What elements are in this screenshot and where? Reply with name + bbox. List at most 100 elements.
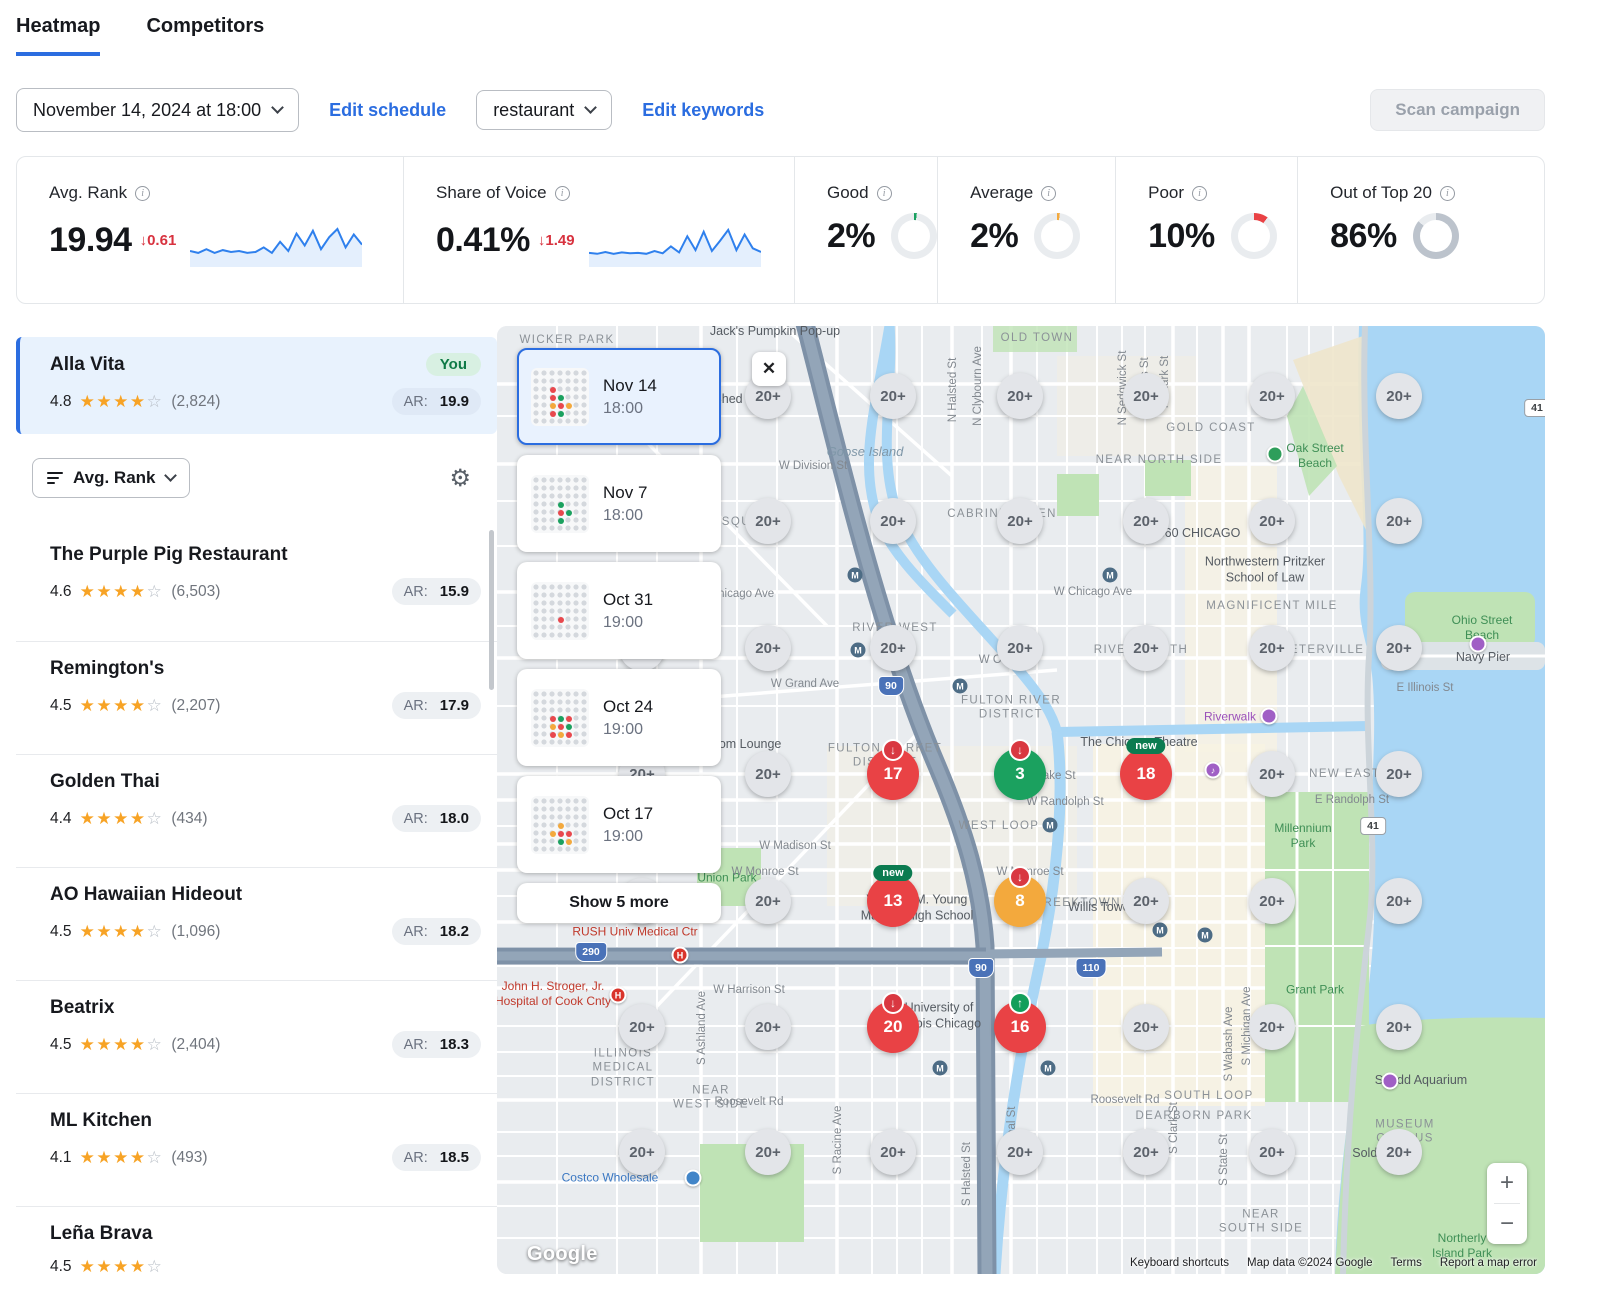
map-rank-pin[interactable]: 20+ (1376, 1129, 1422, 1175)
rating-value: 4.5 (50, 923, 72, 941)
map-rank-pin[interactable]: 20+ (1376, 1004, 1422, 1050)
map-rank-pin[interactable]: 20+ (745, 625, 791, 671)
rating-stars: ★★★★☆ (80, 582, 164, 602)
map-rank-pin[interactable]: 20+ (1123, 498, 1169, 544)
rank-down-badge: ↓ (882, 992, 904, 1014)
history-card[interactable]: Nov 7 18:00 (517, 455, 721, 552)
business-list-item[interactable]: Leña Brava 4.5 ★★★★☆ (16, 1206, 497, 1274)
map-rank-pin[interactable]: 16↑ (994, 1001, 1046, 1053)
business-list-item[interactable]: ML Kitchen 4.1 ★★★★☆ (493) AR:18.5 (16, 1093, 497, 1206)
info-icon[interactable]: i (1440, 186, 1455, 201)
sort-selector[interactable]: Avg. Rank (32, 458, 190, 498)
business-name: Beatrix (50, 997, 481, 1019)
business-list-item[interactable]: AO Hawaiian Hideout 4.5 ★★★★☆ (1,096) AR… (16, 867, 497, 980)
close-icon[interactable]: ✕ (752, 352, 786, 386)
info-icon[interactable]: i (877, 186, 892, 201)
tab-heatmap[interactable]: Heatmap (16, 0, 100, 56)
stat-share-of-voice: Share of Voice i 0.41% ↓1.49 (403, 157, 794, 303)
attribution-link[interactable]: Terms (1391, 1257, 1422, 1269)
chevron-down-icon (164, 469, 177, 482)
map-rank-pin[interactable]: 20+ (997, 373, 1043, 419)
tab-competitors[interactable]: Competitors (146, 0, 264, 56)
map-rank-pin[interactable]: 20+ (745, 1129, 791, 1175)
avg-rank-pill: AR:18.0 (392, 805, 481, 832)
map-rank-pin[interactable]: 20+ (745, 878, 791, 924)
attribution-link[interactable]: Keyboard shortcuts (1130, 1257, 1229, 1269)
keyword-selector[interactable]: restaurant (476, 90, 612, 130)
map-rank-pin[interactable]: 13new (867, 875, 919, 927)
map-rank-pin[interactable]: 20+ (1249, 498, 1295, 544)
map-rank-pin[interactable]: 20+ (870, 498, 916, 544)
gear-icon[interactable]: ⚙ (449, 464, 471, 493)
map-rank-pin[interactable]: 20+ (1249, 878, 1295, 924)
rating-stars: ★★★★☆ (80, 1035, 164, 1055)
info-icon[interactable]: i (555, 186, 570, 201)
history-card[interactable]: Oct 31 19:00 (517, 562, 721, 659)
map-rank-pin[interactable]: 20+ (1376, 625, 1422, 671)
business-list-item[interactable]: Golden Thai 4.4 ★★★★☆ (434) AR:18.0 (16, 754, 497, 867)
map-rank-pin[interactable]: 20+ (1123, 625, 1169, 671)
map-rank-pin[interactable]: 20+ (745, 1004, 791, 1050)
business-name: Alla Vita (50, 354, 125, 376)
info-icon[interactable]: i (135, 186, 150, 201)
map-rank-pin[interactable]: 20+ (1123, 1004, 1169, 1050)
map-rank-pin[interactable]: 20+ (997, 1129, 1043, 1175)
map-rank-pin[interactable]: 20+ (619, 1004, 665, 1050)
map-rank-pin[interactable]: 20+ (870, 1129, 916, 1175)
edit-keywords-link[interactable]: Edit keywords (642, 100, 764, 121)
business-list-item[interactable]: Remington's 4.5 ★★★★☆ (2,207) AR:17.9 (16, 641, 497, 754)
map-rank-pin[interactable]: 20+ (619, 1129, 665, 1175)
date-selector[interactable]: November 14, 2024 at 18:00 (16, 88, 299, 132)
business-list-item[interactable]: Beatrix 4.5 ★★★★☆ (2,404) AR:18.3 (16, 980, 497, 1093)
edit-schedule-link[interactable]: Edit schedule (329, 100, 446, 121)
map-rank-pin[interactable]: 3↓ (994, 748, 1046, 800)
map-canvas[interactable]: WICKER PARKOLD TOWNNOBLE SQUARECABRINI-G… (497, 326, 1545, 1274)
selected-business-card[interactable]: Alla Vita You 4.8 ★★★★☆ (2,824) AR: 19.9 (16, 337, 497, 434)
map-rank-pin[interactable]: 20+ (1249, 1004, 1295, 1050)
list-scrollbar[interactable] (489, 530, 494, 690)
rank-up-badge: ↑ (1009, 992, 1031, 1014)
map-rank-pin[interactable]: 18new (1120, 748, 1172, 800)
map-rank-pin[interactable]: 20+ (1376, 878, 1422, 924)
history-card[interactable]: Oct 24 19:00 (517, 669, 721, 766)
map-rank-pin[interactable]: 20↓ (867, 1001, 919, 1053)
info-icon[interactable]: i (1041, 186, 1056, 201)
map-rank-pin[interactable]: 20+ (1249, 751, 1295, 797)
map-rank-pin[interactable]: 20+ (745, 498, 791, 544)
map-rank-pin[interactable]: 8↓ (994, 875, 1046, 927)
list-controls: Avg. Rank ⚙ (16, 458, 497, 498)
map-rank-pin[interactable]: 20+ (1123, 373, 1169, 419)
info-icon[interactable]: i (1192, 186, 1207, 201)
rating-stars: ★★★★☆ (80, 922, 164, 942)
map-rank-pin[interactable]: 20+ (1249, 625, 1295, 671)
business-list-item[interactable]: The Purple Pig Restaurant 4.6 ★★★★☆ (6,5… (16, 528, 497, 641)
map-rank-pin[interactable]: 20+ (997, 498, 1043, 544)
history-date: Oct 24 (603, 697, 653, 717)
map-rank-pin[interactable]: 20+ (1123, 1129, 1169, 1175)
map-rank-pin[interactable]: 20+ (1376, 751, 1422, 797)
map-rank-pin[interactable]: 20+ (1376, 498, 1422, 544)
history-card[interactable]: Oct 17 19:00 (517, 776, 721, 873)
history-time: 19:00 (603, 721, 653, 739)
map-rank-pin[interactable]: 20+ (870, 625, 916, 671)
stat-poor: Poori 10% (1115, 157, 1297, 303)
zoom-in-button[interactable]: + (1487, 1163, 1527, 1203)
stat-label: Out of Top 20i (1330, 183, 1544, 203)
history-card[interactable]: Nov 14 18:00 (517, 348, 721, 445)
zoom-out-button[interactable]: − (1487, 1204, 1527, 1244)
review-count: (434) (171, 810, 207, 828)
map-rank-pin[interactable]: 20+ (745, 751, 791, 797)
map-rank-pin[interactable]: 20+ (1123, 878, 1169, 924)
google-logo: Google (527, 1243, 598, 1266)
show-more-button[interactable]: Show 5 more (517, 883, 721, 923)
map-rank-pin[interactable]: 20+ (870, 373, 916, 419)
map-rank-pin[interactable]: 20+ (1249, 373, 1295, 419)
scan-campaign-button[interactable]: Scan campaign (1370, 89, 1545, 131)
attribution-link[interactable]: Report a map error (1440, 1257, 1537, 1269)
map-rank-pin[interactable]: 20+ (1249, 1129, 1295, 1175)
stat-average: Averagei 2% (937, 157, 1115, 303)
map-rank-pin[interactable]: 20+ (997, 625, 1043, 671)
map-rank-pin[interactable]: 20+ (1376, 373, 1422, 419)
map-rank-pin[interactable]: 17↓ (867, 748, 919, 800)
history-time: 18:00 (603, 400, 657, 418)
